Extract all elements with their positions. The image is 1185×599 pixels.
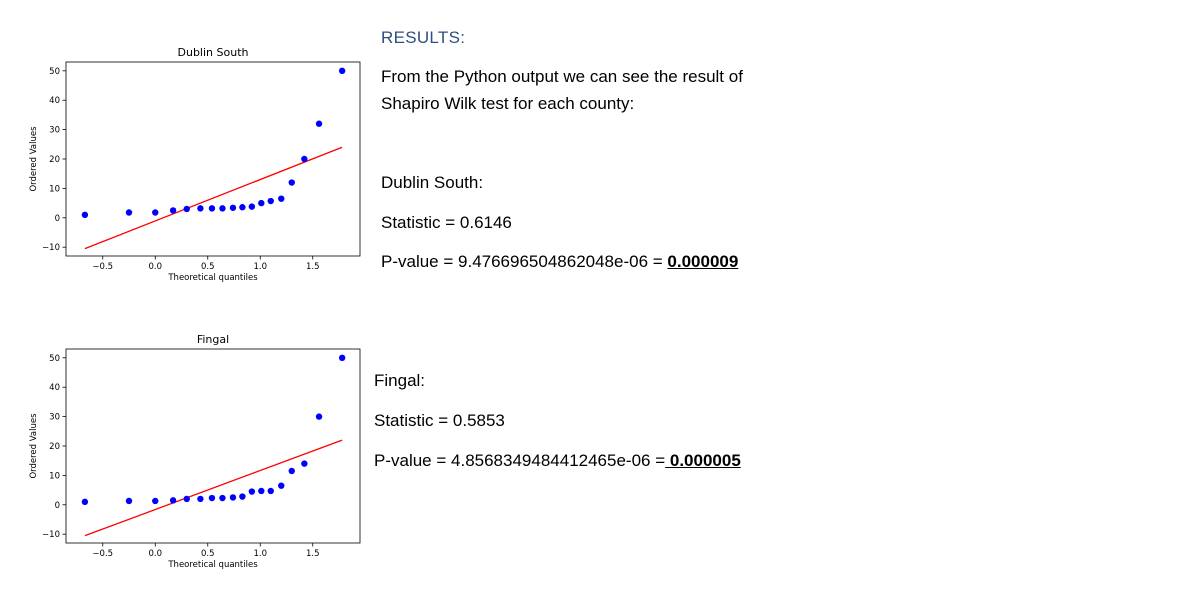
- dublin-south-xtick-label: 1.5: [306, 262, 320, 272]
- fingal-point: [125, 497, 133, 505]
- fingal-point: [248, 488, 256, 495]
- dublin-south-ytick-label: 10: [49, 184, 60, 194]
- dublin-south-point: [248, 203, 256, 210]
- fingal-point: [278, 482, 285, 489]
- dublin-south-xtick-label: 0.0: [148, 262, 162, 272]
- fingal-xtick-label: 0.0: [148, 549, 162, 559]
- fingal-point: [152, 497, 159, 505]
- fingal-xtick-label: 1.0: [253, 549, 267, 559]
- dublin-south-xtick-label: 1.0: [253, 262, 267, 272]
- dublin-south-title: Dublin South: [178, 46, 249, 59]
- fingal-point: [183, 495, 190, 503]
- fingal-point: [301, 460, 308, 467]
- fingal-ytick-label: 0: [55, 501, 60, 511]
- dublin-south-statistic: Statistic = 0.6146: [381, 213, 512, 232]
- dublin-south-fit-line: [84, 146, 343, 250]
- fingal-statistic: Statistic = 0.5853: [374, 411, 505, 430]
- dublin-south-ytick-label: 0: [55, 214, 60, 224]
- results-intro: From the Python output we can see the re…: [381, 67, 743, 113]
- dublin-south-point: [258, 199, 265, 207]
- dublin-south-axes-frame: [65, 61, 361, 257]
- dublin-south-point: [152, 209, 159, 216]
- dublin-south-point: [125, 209, 133, 216]
- fingal-point: [219, 494, 226, 502]
- dublin-south-heading: Dublin South:: [381, 173, 484, 192]
- fingal-point: [288, 467, 295, 475]
- fingal-point: [267, 487, 274, 495]
- fingal-point: [315, 413, 323, 420]
- dublin-south-point: [288, 179, 295, 186]
- dublin-south-point: [278, 195, 285, 202]
- dublin-south-point: [169, 207, 177, 214]
- fingal-point: [338, 354, 346, 362]
- fingal-point: [239, 493, 246, 500]
- fingal-point: [169, 497, 177, 504]
- results-heading: RESULTS:: [381, 28, 466, 47]
- fingal-ylabel: Ordered Values: [29, 413, 39, 479]
- dublin-south-ytick-label: −10: [42, 243, 60, 253]
- fingal-ytick-label: 30: [49, 413, 60, 423]
- fingal-ytick-label: 40: [49, 383, 60, 393]
- dublin-south-ytick-label: 50: [49, 67, 60, 77]
- fingal-title: Fingal: [197, 333, 229, 346]
- fingal-ytick-label: 50: [49, 354, 60, 364]
- fingal-pvalue: P-value = 4.8568349484412465e-06 = 0.000…: [374, 451, 741, 471]
- fingal-axes-frame: [65, 348, 361, 544]
- dublin-south-point: [267, 197, 274, 205]
- dublin-south-xtick-label: −0.5: [92, 262, 113, 272]
- dublin-south-ytick-label: 20: [49, 155, 60, 165]
- dublin-south-point: [183, 205, 190, 213]
- dublin-south-pvalue: P-value = 9.476696504862048e-06 = 0.0000…: [381, 252, 738, 272]
- fingal-heading: Fingal:: [374, 371, 426, 390]
- dublin-south-point: [229, 204, 237, 211]
- fingal-fit-line: [84, 439, 343, 537]
- fingal-ytick-label: −10: [42, 530, 60, 540]
- fingal-point: [208, 494, 216, 502]
- dublin-south-point: [338, 67, 346, 75]
- dublin-south-point: [315, 120, 323, 127]
- dublin-south-point: [81, 211, 89, 219]
- dublin-south-ytick-label: 30: [49, 126, 60, 136]
- dublin-south-ylabel: Ordered Values: [29, 126, 39, 192]
- fingal-point: [258, 487, 265, 495]
- dublin-south-pvalue-text: P-value = 9.476696504862048e-06 =: [381, 252, 668, 271]
- fingal-xtick-label: −0.5: [92, 549, 113, 559]
- fingal-pvalue-text: P-value = 4.8568349484412465e-06 =: [374, 451, 666, 470]
- fingal-xlabel: Theoretical quantiles: [167, 560, 258, 570]
- dublin-south-pvalue-rounded: 0.000009: [667, 252, 739, 271]
- dublin-south-point: [208, 205, 216, 212]
- fingal-point: [81, 498, 89, 506]
- qq-plot-fingal: Fingal −0.5 0.0 0.5 1.0 1.5 −10 0 10 20 30 40 50 Theo…: [29, 333, 361, 570]
- fingal-ytick-label: 10: [49, 471, 60, 481]
- dublin-south-xtick-label: 0.5: [201, 262, 215, 272]
- fingal-xtick-label: 0.5: [201, 549, 215, 559]
- fingal-point: [197, 495, 204, 503]
- dublin-south-xlabel: Theoretical quantiles: [167, 273, 258, 283]
- dublin-south-point: [197, 205, 204, 212]
- fingal-pvalue-rounded: 0.000005: [665, 451, 741, 470]
- fingal-xtick-label: 1.5: [306, 549, 320, 559]
- qq-plot-dublin-south: Dublin South −0.5 0.0 0.5 1.0 1.5 −10 0 10 20 30 40…: [29, 46, 361, 283]
- fingal-ytick-label: 20: [49, 442, 60, 452]
- dublin-south-point: [239, 204, 246, 211]
- fingal-point: [229, 494, 237, 501]
- dublin-south-ytick-label: 40: [49, 96, 60, 106]
- dublin-south-point: [219, 205, 226, 212]
- dublin-south-point: [301, 155, 308, 163]
